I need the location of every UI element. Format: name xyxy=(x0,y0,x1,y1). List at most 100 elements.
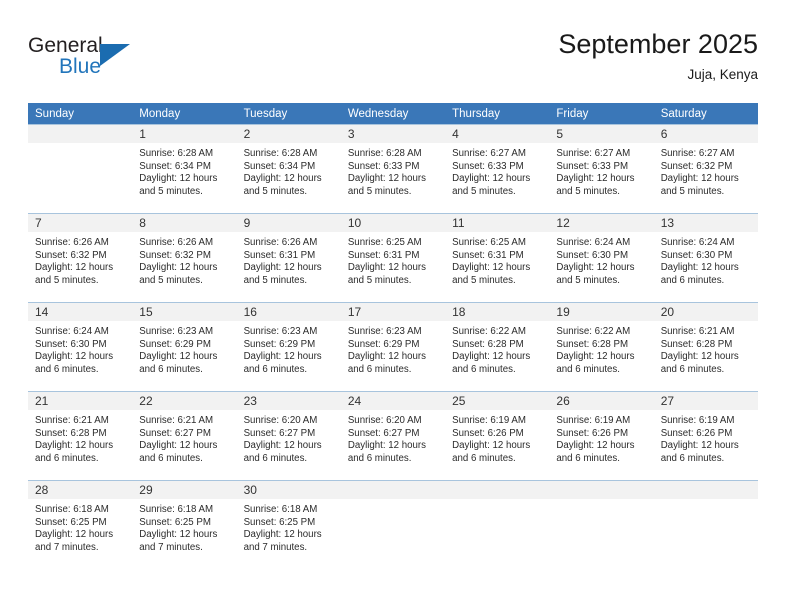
sunset-text: Sunset: 6:30 PM xyxy=(35,338,107,350)
daylight-text-line1: Daylight: 12 hours xyxy=(139,262,218,274)
weekday-header-wednesday: Wednesday xyxy=(340,103,446,125)
weekday-header-saturday: Saturday xyxy=(653,103,758,125)
calendar-day-cell[interactable]: 26 Sunrise: 6:19 AM Sunset: 6:26 PM Dayligh… xyxy=(549,391,654,481)
day-number: 9 xyxy=(236,214,341,232)
sunset-text: Sunset: 6:25 PM xyxy=(139,516,211,528)
calendar-day-cell[interactable]: 2 Sunrise: 6:28 AM Sunset: 6:34 PM Daylight… xyxy=(236,124,341,214)
general-blue-logo[interactable]: General Blue xyxy=(28,34,158,86)
sunset-text: Sunset: 6:30 PM xyxy=(660,249,733,261)
calendar-day-cell[interactable]: 25 Sunrise: 6:19 AM Sunset: 6:26 PM Dayligh… xyxy=(445,391,550,481)
sunrise-text: Sunrise: 6:28 AM xyxy=(139,148,214,159)
sunrise-text: Sunrise: 6:20 AM xyxy=(347,415,422,426)
daylight-text-line2: and 6 minutes. xyxy=(556,452,620,464)
daylight-text-line1: Daylight: 12 hours xyxy=(35,351,114,363)
sunset-text: Sunset: 6:29 PM xyxy=(347,338,420,350)
daylight-text-line1: Daylight: 12 hours xyxy=(139,529,218,541)
calendar-day-cell[interactable]: 30 Sunrise: 6:18 AM Sunset: 6:25 PM Dayligh… xyxy=(236,480,341,569)
calendar-table: Sunday Monday Tuesday Wednesday Thursday Frid… xyxy=(28,103,758,569)
daylight-text-line2: and 6 minutes. xyxy=(452,363,516,375)
weekday-header-thursday: Thursday xyxy=(445,103,550,125)
calendar-day-cell-empty xyxy=(28,124,133,214)
day-details: Sunrise: 6:21 AM Sunset: 6:28 PM Daylight:… xyxy=(28,410,132,465)
sunrise-text: Sunrise: 6:22 AM xyxy=(556,326,631,337)
day-number: 28 xyxy=(28,481,133,499)
daylight-text-line2: and 6 minutes. xyxy=(347,452,412,464)
day-number: 6 xyxy=(653,125,758,143)
calendar-day-cell[interactable]: 6 Sunrise: 6:27 AM Sunset: 6:32 PM Daylight… xyxy=(653,124,758,214)
sunrise-text: Sunrise: 6:24 AM xyxy=(556,237,631,248)
calendar-day-cell[interactable]: 20 Sunrise: 6:21 AM Sunset: 6:28 PM Dayligh… xyxy=(653,302,758,392)
day-number: 24 xyxy=(340,392,446,410)
daylight-text-line1: Daylight: 12 hours xyxy=(347,173,426,185)
day-details: Sunrise: 6:18 AM Sunset: 6:25 PM Daylight:… xyxy=(28,499,132,554)
calendar-day-cell[interactable]: 10 Sunrise: 6:25 AM Sunset: 6:31 PM Dayligh… xyxy=(340,213,446,303)
sunset-text: Sunset: 6:29 PM xyxy=(139,338,211,350)
day-details: Sunrise: 6:18 AM Sunset: 6:25 PM Daylight:… xyxy=(132,499,236,554)
sunset-text: Sunset: 6:28 PM xyxy=(660,338,733,350)
day-number: 12 xyxy=(549,214,654,232)
sunrise-text: Sunrise: 6:19 AM xyxy=(452,415,526,426)
page-header: General Blue September 2025 Juja, Kenya xyxy=(28,28,758,90)
daylight-text-line1: Daylight: 12 hours xyxy=(243,529,322,541)
calendar-day-cell-empty xyxy=(653,480,758,569)
daylight-text-line2: and 6 minutes. xyxy=(139,452,203,464)
day-details: Sunrise: 6:27 AM Sunset: 6:32 PM Daylight:… xyxy=(654,143,758,198)
daylight-text-line1: Daylight: 12 hours xyxy=(243,173,322,185)
calendar-day-cell[interactable]: 15 Sunrise: 6:23 AM Sunset: 6:29 PM Dayligh… xyxy=(132,302,237,392)
calendar-day-cell[interactable]: 28 Sunrise: 6:18 AM Sunset: 6:25 PM Dayligh… xyxy=(28,480,133,569)
day-details: Sunrise: 6:26 AM Sunset: 6:31 PM Daylight:… xyxy=(237,232,341,287)
day-number: 30 xyxy=(236,481,341,499)
calendar-day-cell[interactable]: 19 Sunrise: 6:22 AM Sunset: 6:28 PM Dayligh… xyxy=(549,302,654,392)
calendar-day-cell[interactable]: 16 Sunrise: 6:23 AM Sunset: 6:29 PM Dayligh… xyxy=(236,302,341,392)
calendar-day-cell[interactable]: 9 Sunrise: 6:26 AM Sunset: 6:31 PM Daylight… xyxy=(236,213,341,303)
sunset-text: Sunset: 6:33 PM xyxy=(347,160,420,172)
daylight-text-line2: and 5 minutes. xyxy=(347,274,412,286)
calendar-day-cell[interactable]: 11 Sunrise: 6:25 AM Sunset: 6:31 PM Dayligh… xyxy=(445,213,550,303)
day-details: Sunrise: 6:27 AM Sunset: 6:33 PM Daylight:… xyxy=(445,143,549,198)
sunset-text: Sunset: 6:26 PM xyxy=(452,427,524,439)
sunset-text: Sunset: 6:31 PM xyxy=(347,249,420,261)
weekday-header-tuesday: Tuesday xyxy=(236,103,341,125)
day-number: 25 xyxy=(445,392,550,410)
day-details: Sunrise: 6:21 AM Sunset: 6:27 PM Daylight:… xyxy=(132,410,236,465)
day-number xyxy=(549,481,654,499)
calendar-day-cell[interactable]: 8 Sunrise: 6:26 AM Sunset: 6:32 PM Daylight… xyxy=(132,213,237,303)
sunrise-text: Sunrise: 6:25 AM xyxy=(347,237,422,248)
sunset-text: Sunset: 6:29 PM xyxy=(243,338,316,350)
calendar-day-cell[interactable]: 17 Sunrise: 6:23 AM Sunset: 6:29 PM Dayligh… xyxy=(340,302,446,392)
calendar-day-cell[interactable]: 5 Sunrise: 6:27 AM Sunset: 6:33 PM Daylight… xyxy=(549,124,654,214)
weekday-header-monday: Monday xyxy=(132,103,237,125)
daylight-text-line2: and 6 minutes. xyxy=(660,363,725,375)
day-details: Sunrise: 6:19 AM Sunset: 6:26 PM Daylight:… xyxy=(654,410,758,465)
daylight-text-line1: Daylight: 12 hours xyxy=(243,440,322,452)
daylight-text-line2: and 6 minutes. xyxy=(660,452,725,464)
calendar-day-cell[interactable]: 29 Sunrise: 6:18 AM Sunset: 6:25 PM Dayligh… xyxy=(132,480,237,569)
calendar-day-cell[interactable]: 18 Sunrise: 6:22 AM Sunset: 6:28 PM Dayligh… xyxy=(445,302,550,392)
day-details: Sunrise: 6:23 AM Sunset: 6:29 PM Daylight:… xyxy=(341,321,445,376)
calendar-day-cell[interactable]: 24 Sunrise: 6:20 AM Sunset: 6:27 PM Dayligh… xyxy=(340,391,446,481)
daylight-text-line2: and 6 minutes. xyxy=(139,363,203,375)
sunset-text: Sunset: 6:26 PM xyxy=(660,427,733,439)
daylight-text-line2: and 5 minutes. xyxy=(347,185,412,197)
calendar-day-cell[interactable]: 13 Sunrise: 6:24 AM Sunset: 6:30 PM Dayligh… xyxy=(653,213,758,303)
daylight-text-line1: Daylight: 12 hours xyxy=(660,262,739,274)
calendar-day-cell[interactable]: 3 Sunrise: 6:28 AM Sunset: 6:33 PM Daylight… xyxy=(340,124,446,214)
calendar-day-cell[interactable]: 23 Sunrise: 6:20 AM Sunset: 6:27 PM Dayligh… xyxy=(236,391,341,481)
calendar-day-cell[interactable]: 27 Sunrise: 6:19 AM Sunset: 6:26 PM Dayligh… xyxy=(653,391,758,481)
calendar-day-cell[interactable]: 14 Sunrise: 6:24 AM Sunset: 6:30 PM Dayligh… xyxy=(28,302,133,392)
logo-text-blue: Blue xyxy=(59,55,102,78)
sunset-text: Sunset: 6:33 PM xyxy=(452,160,524,172)
calendar-day-cell[interactable]: 22 Sunrise: 6:21 AM Sunset: 6:27 PM Dayligh… xyxy=(132,391,237,481)
calendar-day-cell[interactable]: 7 Sunrise: 6:26 AM Sunset: 6:32 PM Daylight… xyxy=(28,213,133,303)
daylight-text-line1: Daylight: 12 hours xyxy=(139,173,218,185)
calendar-day-cell[interactable]: 21 Sunrise: 6:21 AM Sunset: 6:28 PM Dayligh… xyxy=(28,391,133,481)
daylight-text-line2: and 6 minutes. xyxy=(35,452,99,464)
day-details: Sunrise: 6:19 AM Sunset: 6:26 PM Daylight:… xyxy=(549,410,653,465)
day-details: Sunrise: 6:21 AM Sunset: 6:28 PM Daylight:… xyxy=(654,321,758,376)
calendar-day-cell[interactable]: 1 Sunrise: 6:28 AM Sunset: 6:34 PM Daylight… xyxy=(132,124,237,214)
calendar-day-cell[interactable]: 12 Sunrise: 6:24 AM Sunset: 6:30 PM Dayligh… xyxy=(549,213,654,303)
sunset-text: Sunset: 6:32 PM xyxy=(35,249,107,261)
calendar-day-cell[interactable]: 4 Sunrise: 6:27 AM Sunset: 6:33 PM Daylight… xyxy=(445,124,550,214)
sunrise-text: Sunrise: 6:18 AM xyxy=(139,504,214,515)
day-number: 14 xyxy=(28,303,133,321)
